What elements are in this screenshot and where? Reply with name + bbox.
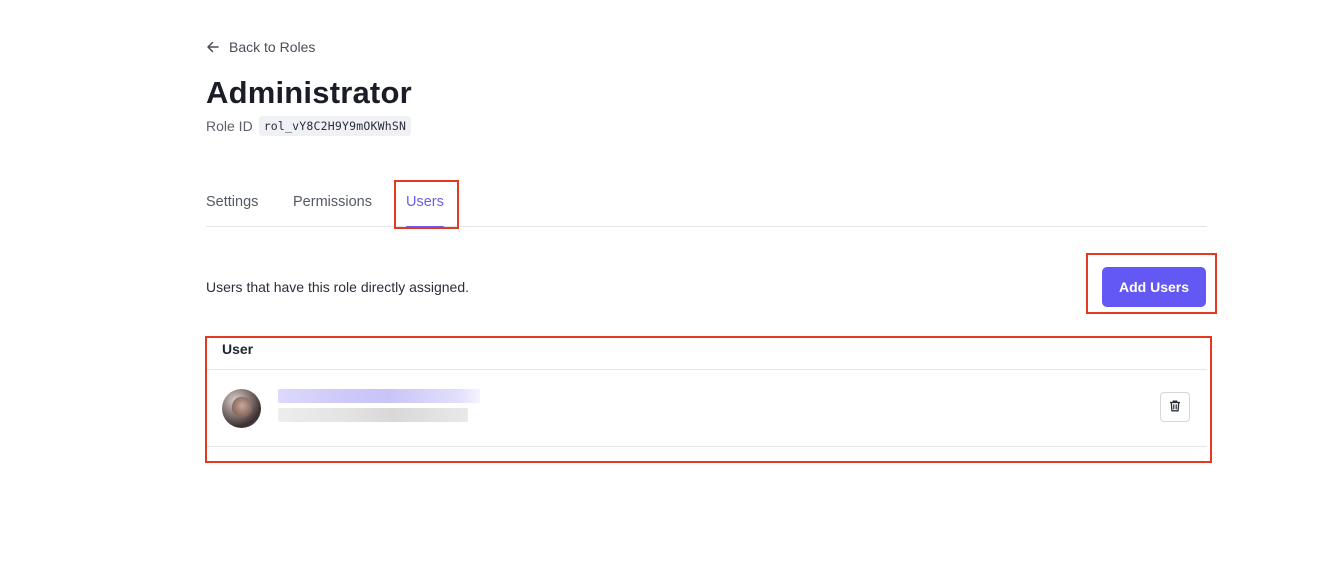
users-description: Users that have this role directly assig… <box>206 279 470 295</box>
table-row[interactable] <box>206 370 1207 447</box>
user-name-redacted <box>278 389 480 403</box>
tab-permissions[interactable]: Permissions <box>293 194 372 227</box>
tab-settings[interactable]: Settings <box>206 194 258 227</box>
add-users-button[interactable]: Add Users <box>1102 267 1206 307</box>
user-email-redacted <box>278 408 468 422</box>
tab-users[interactable]: Users <box>406 194 444 228</box>
avatar <box>222 389 261 428</box>
page-title: Administrator <box>206 75 412 110</box>
remove-user-button[interactable] <box>1160 392 1190 422</box>
role-id-row: Role ID rol_vY8C2H9Y9mOKWhSN <box>206 116 412 136</box>
users-table: User <box>206 336 1207 447</box>
table-header-user: User <box>206 336 1207 370</box>
trash-icon <box>1168 399 1182 416</box>
role-tabs: Settings Permissions Users <box>206 180 1207 228</box>
active-tab-indicator <box>406 226 444 228</box>
back-link-label: Back to Roles <box>229 39 316 55</box>
back-to-roles-link[interactable]: Back to Roles <box>206 37 315 57</box>
arrow-left-icon <box>206 40 220 54</box>
role-id-label: Role ID <box>206 118 253 134</box>
role-id-value[interactable]: rol_vY8C2H9Y9mOKWhSN <box>258 116 412 136</box>
tab-users-label: Users <box>406 194 444 210</box>
